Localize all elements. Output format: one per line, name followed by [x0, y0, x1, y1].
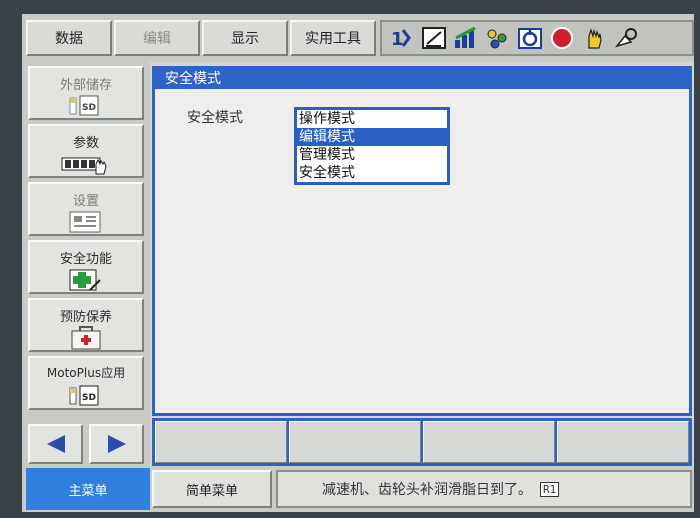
- stop-lamp-icon: [548, 25, 576, 51]
- first-aid-kit-icon: [30, 326, 142, 350]
- sidebar-item-label: MotoPlus应用: [46, 366, 126, 380]
- sidebar-item-safety-function[interactable]: 安全功能: [28, 240, 144, 294]
- safety-function-icon: [30, 268, 142, 292]
- sidebar-item-label: 外部储存: [59, 78, 112, 93]
- panel-title: 安全模式: [155, 69, 689, 89]
- simple-menu-button[interactable]: 简单菜单: [152, 470, 272, 508]
- menu-display[interactable]: 显示: [202, 20, 288, 56]
- function-key-row: [152, 418, 692, 466]
- menu-data[interactable]: 数据: [26, 20, 112, 56]
- option-edit-mode[interactable]: 编辑模式: [297, 128, 447, 146]
- svg-text:SD: SD: [82, 103, 96, 113]
- bottom-bar: 主菜单 简单菜单 减速机、齿轮头补润滑脂日到了。 R1: [22, 466, 694, 512]
- sidebar-item-motoplus[interactable]: MotoPlus应用 SD: [28, 356, 144, 410]
- robot-tag: R1: [540, 481, 560, 497]
- top-menu-bar: 数据 编辑 显示 实用工具 1: [22, 14, 694, 62]
- message-line[interactable]: 减速机、齿轮头补润滑脂日到了。 R1: [276, 470, 692, 508]
- safety-mode-dropdown[interactable]: 操作模式 编辑模式 管理模式 安全模式: [294, 107, 450, 185]
- hand-icon: [580, 25, 608, 51]
- parameter-hand-icon: [30, 152, 142, 176]
- menu-utility[interactable]: 实用工具: [290, 20, 376, 56]
- sd-card-icon: SD: [30, 94, 142, 116]
- option-operation-mode[interactable]: 操作模式: [297, 110, 447, 128]
- option-safety-mode[interactable]: 安全模式: [297, 164, 447, 182]
- sidebar-item-label: 安全功能: [59, 252, 112, 267]
- lock-icon: [612, 25, 640, 51]
- sidebar-item-preventive-maintenance[interactable]: 预防保养: [28, 298, 144, 352]
- side-menu: 外部储存 SD 参数 设置 安全功能 预防保养 MotoPlus应用 SD: [22, 62, 150, 512]
- svg-text:SD: SD: [82, 393, 96, 403]
- safety-mode-label: 安全模式: [187, 110, 243, 126]
- setup-icon: [30, 210, 142, 234]
- arrow-left-icon: [46, 435, 65, 453]
- sidebar-item-external-storage[interactable]: 外部储存 SD: [28, 66, 144, 120]
- arrow-right-icon: [107, 435, 126, 453]
- message-text: 减速机、齿轮头补润滑脂日到了。: [322, 482, 532, 498]
- main-menu-button[interactable]: 主菜单: [26, 468, 150, 510]
- sd-card-icon: SD: [30, 384, 142, 406]
- safety-mode-panel: 安全模式 安全模式 操作模式 编辑模式 管理模式 安全模式: [152, 66, 692, 416]
- teach-pendant-screen: 数据 编辑 显示 实用工具 1 外部储存 SD 参数 设置 安全功能 预防保养 …: [22, 14, 694, 512]
- svg-text:1: 1: [391, 29, 404, 50]
- sidebar-item-label: 参数: [72, 136, 99, 151]
- function-key-1[interactable]: [155, 421, 287, 463]
- function-key-2[interactable]: [289, 421, 421, 463]
- status-icon-bar: 1: [380, 20, 694, 56]
- dropdown-list: 操作模式 编辑模式 管理模式 安全模式: [297, 110, 447, 182]
- sidebar-item-parameters[interactable]: 参数: [28, 124, 144, 178]
- page-arrows: [28, 424, 144, 464]
- signal-icon: [452, 25, 480, 51]
- menu-edit[interactable]: 编辑: [114, 20, 200, 56]
- function-key-4[interactable]: [557, 421, 689, 463]
- next-page-button[interactable]: [89, 424, 144, 464]
- cycle-icon: [516, 25, 544, 51]
- previous-page-button[interactable]: [28, 424, 83, 464]
- option-management-mode[interactable]: 管理模式: [297, 146, 447, 164]
- numeric-mode-icon: 1: [388, 25, 416, 51]
- robot-group-icon: [484, 25, 512, 51]
- sidebar-item-label: 预防保养: [59, 310, 112, 325]
- sidebar-item-setup[interactable]: 设置: [28, 182, 144, 236]
- edit-icon: [420, 25, 448, 51]
- sidebar-item-label: 设置: [72, 194, 99, 209]
- function-key-3[interactable]: [423, 421, 555, 463]
